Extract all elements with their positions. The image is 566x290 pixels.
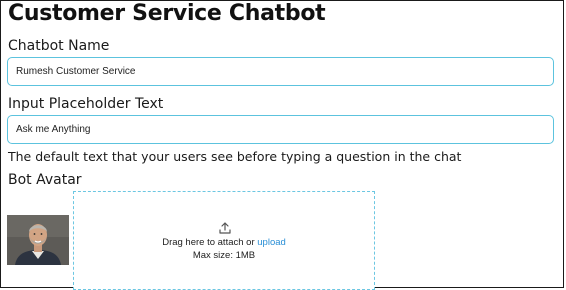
chatbot-name-label: Chatbot Name: [8, 38, 110, 54]
input-placeholder-input[interactable]: [7, 115, 554, 144]
drag-text: Drag here to attach or: [162, 237, 255, 248]
avatar-upload-dropzone[interactable]: Drag here to attach or upload Max size: …: [73, 191, 375, 290]
upload-icon: [218, 221, 232, 235]
chatbot-settings-page: Customer Service Chatbot Chatbot Name In…: [0, 0, 566, 290]
max-size-text: Max size: 1MB: [192, 250, 256, 261]
chatbot-name-input[interactable]: [7, 57, 554, 86]
input-placeholder-label: Input Placeholder Text: [8, 96, 164, 112]
upload-link[interactable]: upload: [257, 237, 286, 248]
page-title: Customer Service Chatbot: [8, 1, 326, 26]
bot-avatar-label: Bot Avatar: [8, 172, 82, 188]
dropzone-instructions: Drag here to attach or upload: [74, 237, 374, 248]
input-placeholder-help-text: The default text that your users see bef…: [8, 149, 462, 164]
bot-avatar-image: [7, 215, 69, 265]
